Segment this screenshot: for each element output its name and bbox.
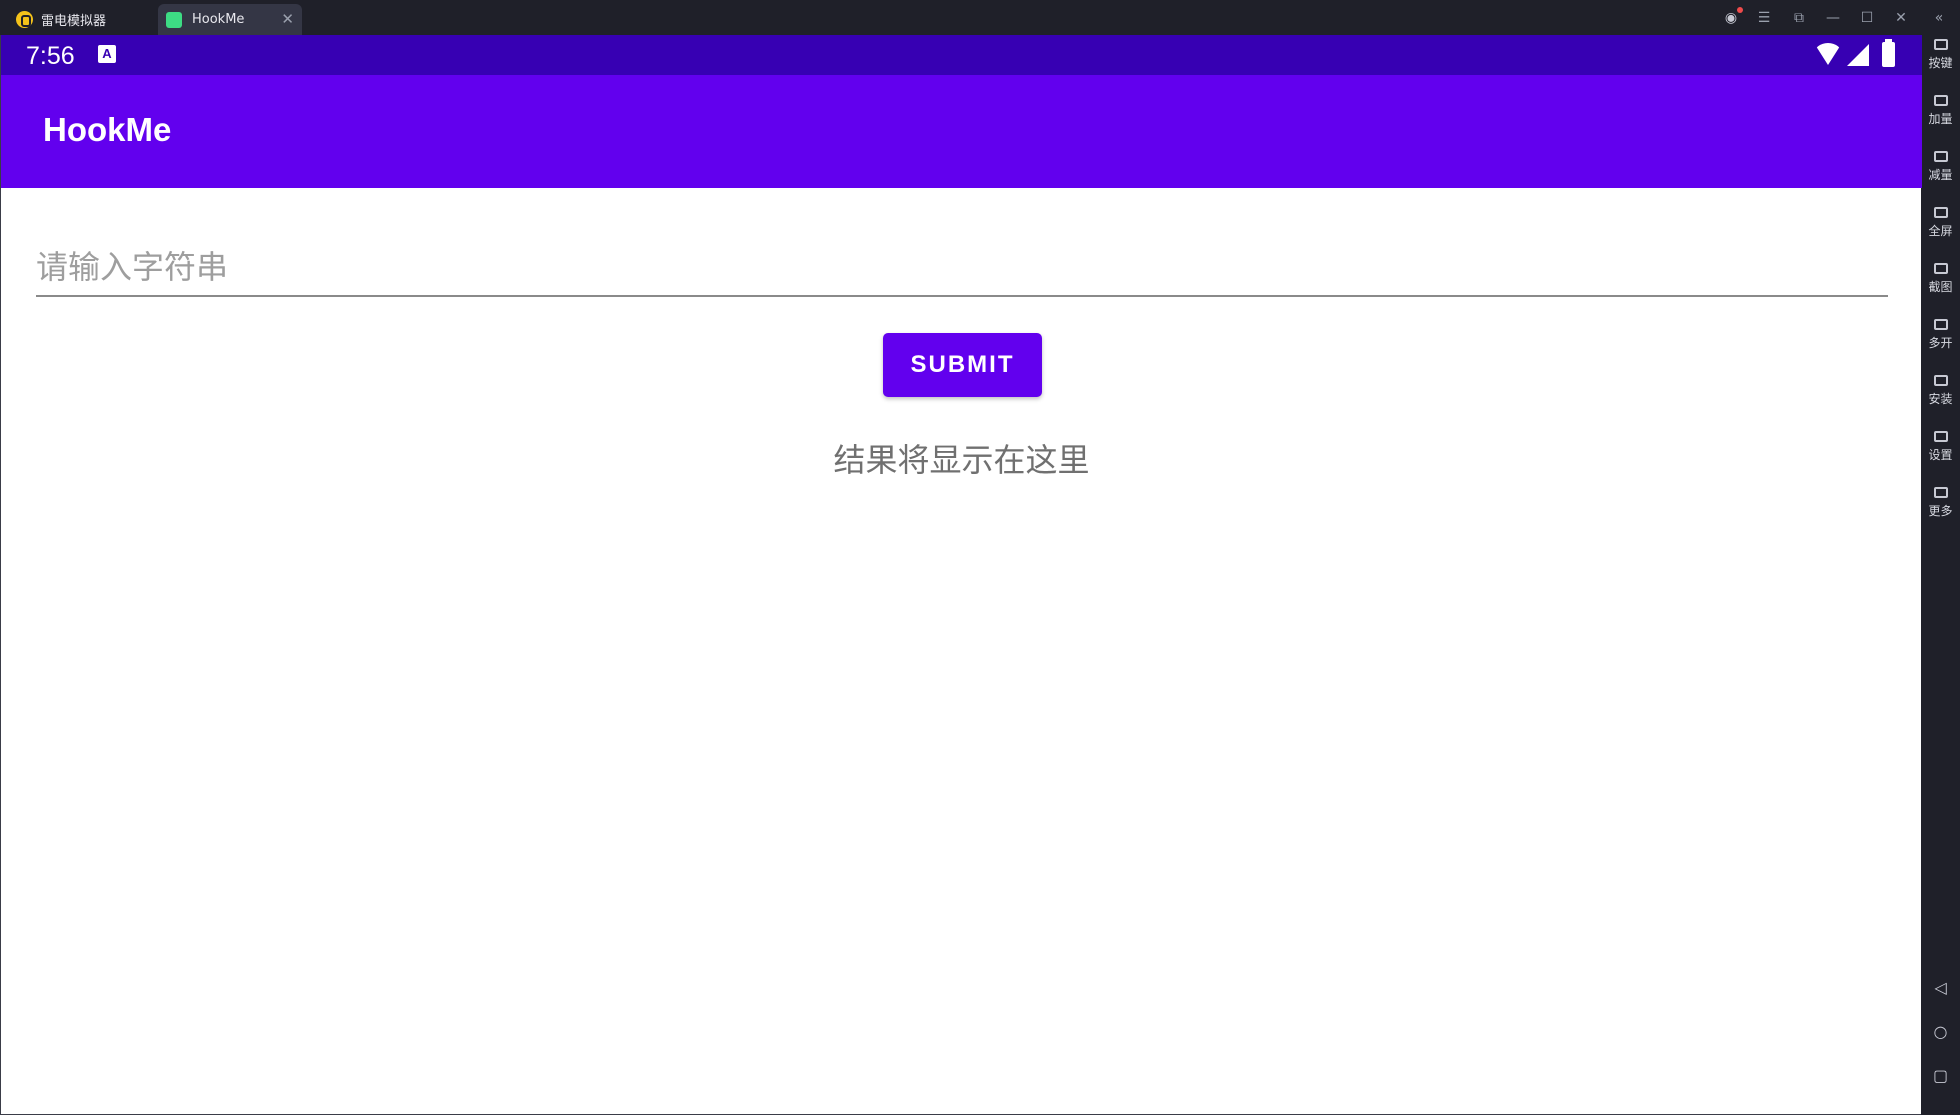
sidebar-item-screenshot[interactable]: 截图 — [1921, 263, 1960, 295]
tab-hookme-label: HookMe — [192, 12, 245, 27]
sidebar-item-label: 安装 — [1928, 392, 1953, 406]
sidebar-item-label: 减量 — [1928, 168, 1953, 182]
install-icon — [1933, 375, 1948, 386]
nav-recents-icon[interactable]: ▢ — [1921, 1066, 1960, 1085]
tab-hookme[interactable]: HookMe ✕ — [158, 4, 302, 35]
sidebar-item-fullscreen[interactable]: 全屏 — [1921, 207, 1960, 239]
android-screen: 7:56 A HookMe SUBMIT 结果将显示在这里 — [0, 35, 1922, 1115]
sidebar-item-label: 多开 — [1928, 336, 1953, 350]
volume-down-icon — [1933, 151, 1948, 162]
close-tab-icon[interactable]: ✕ — [281, 10, 294, 28]
notification-dot — [1737, 7, 1743, 13]
tab-emulator-label: 雷电模拟器 — [41, 14, 107, 29]
wifi-icon — [1814, 43, 1842, 65]
emulator-logo-icon — [16, 11, 33, 28]
nav-back-icon[interactable]: ◁ — [1921, 978, 1960, 997]
app-title: HookMe — [43, 111, 172, 148]
menu-icon[interactable]: ☰ — [1754, 8, 1774, 28]
status-clock: 7:56 — [26, 42, 75, 70]
keyboard-icon — [1933, 39, 1948, 50]
sidebar-item-keys[interactable]: 按键 — [1921, 39, 1960, 71]
sidebar-item-multi-instance[interactable]: 多开 — [1921, 319, 1960, 351]
more-icon — [1933, 487, 1948, 498]
status-bar: 7:56 A — [1, 35, 1922, 75]
multi-instance-icon — [1933, 319, 1948, 330]
sidebar-item-label: 按键 — [1928, 56, 1953, 70]
sidebar-item-label: 全屏 — [1928, 224, 1953, 238]
cell-signal-icon — [1847, 44, 1869, 66]
tab-emulator[interactable]: 雷电模拟器 — [12, 4, 152, 35]
notification-a-icon: A — [98, 45, 116, 63]
close-window-icon[interactable]: ✕ — [1891, 8, 1911, 28]
sidebar-item-install[interactable]: 安装 — [1921, 375, 1960, 407]
sidebar-item-volume-down[interactable]: 减量 — [1921, 151, 1960, 183]
result-text: 结果将显示在这里 — [833, 441, 1090, 479]
nav-home-icon[interactable]: ○ — [1921, 1022, 1960, 1041]
sidebar-item-label: 加量 — [1928, 112, 1953, 126]
sidebar-item-label: 设置 — [1928, 448, 1953, 462]
sidebar-item-label: 更多 — [1928, 504, 1953, 518]
window-mode-icon[interactable]: ⧉ — [1789, 8, 1809, 28]
app-bar: HookMe — [1, 75, 1922, 188]
sidebar-item-volume-up[interactable]: 加量 — [1921, 95, 1960, 127]
screenshot-icon — [1933, 263, 1948, 274]
fullscreen-icon — [1933, 207, 1948, 218]
emulator-sidebar: 按键 加量 减量 全屏 截图 多开 安装 设置 更多 ◁ ○ ▢ — [1921, 35, 1960, 1115]
maximize-icon[interactable]: ☐ — [1857, 8, 1877, 28]
android-app-icon — [166, 11, 182, 28]
submit-button[interactable]: SUBMIT — [883, 333, 1042, 397]
collapse-sidebar-icon[interactable]: « — [1929, 8, 1949, 28]
string-input-wrapper — [36, 225, 1888, 297]
sidebar-item-more[interactable]: 更多 — [1921, 487, 1960, 519]
minimize-icon[interactable]: — — [1823, 8, 1843, 28]
sidebar-item-settings[interactable]: 设置 — [1921, 431, 1960, 463]
sidebar-item-label: 截图 — [1928, 280, 1953, 294]
volume-up-icon — [1933, 95, 1948, 106]
string-input[interactable] — [36, 225, 1888, 293]
battery-icon — [1882, 39, 1895, 67]
settings-icon — [1933, 431, 1948, 442]
emulator-titlebar: 雷电模拟器 HookMe ✕ ◉ ☰ ⧉ — ☐ ✕ « — [0, 0, 1960, 35]
